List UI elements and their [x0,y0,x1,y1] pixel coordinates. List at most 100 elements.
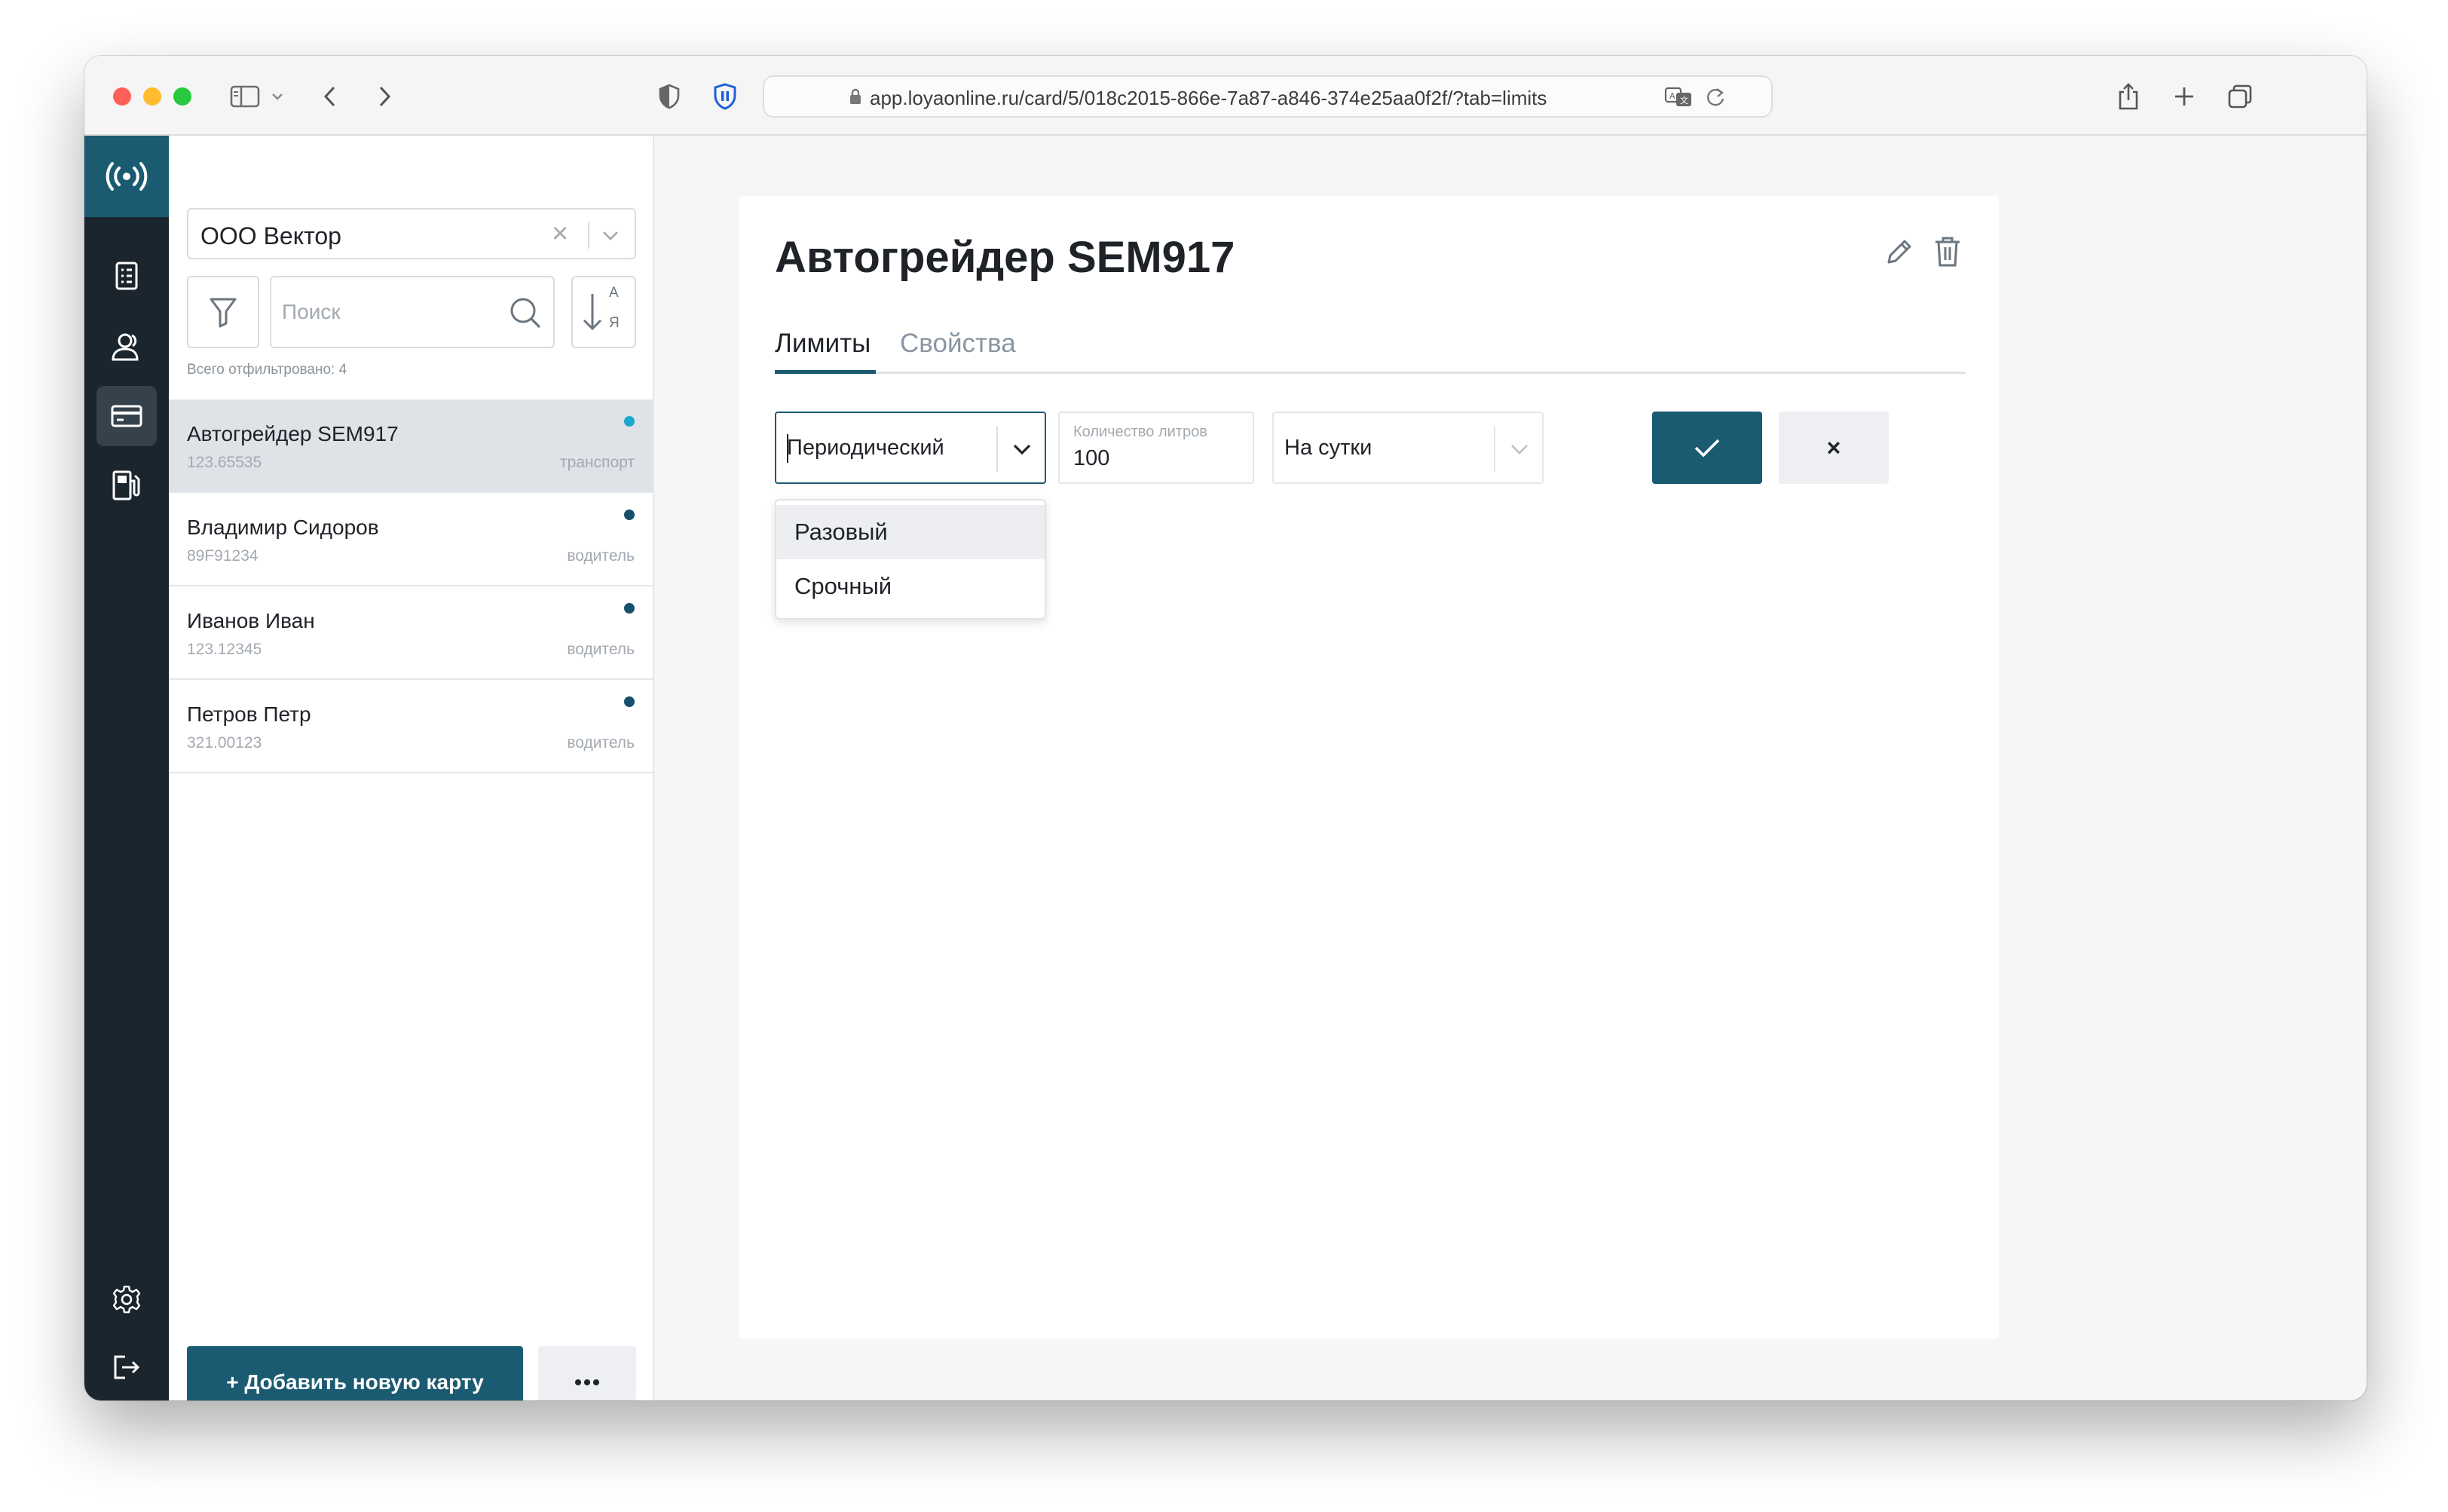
chevron-down-icon[interactable] [270,78,285,115]
translate-icon[interactable]: A文 [1664,86,1694,112]
card-kind: водитель [567,547,635,565]
select-separator [996,427,998,472]
chevron-down-icon[interactable] [1008,436,1036,467]
sort-button[interactable]: А Я [571,276,636,348]
users-icon [112,333,139,361]
select-separator [1494,427,1495,472]
search-field[interactable] [270,276,555,348]
card-detail: Автогрейдер SEM917 Лимиты Свойства Перио… [739,196,1999,1339]
limit-type-select[interactable]: Периодический [775,412,1046,484]
card-number: 89F91234 [187,547,259,565]
chevron-down-icon[interactable] [1506,436,1533,467]
lock-icon [849,87,862,109]
url-text: app.loyaonline.ru/card/5/018c2015-866e-7… [870,87,1547,109]
status-dot [624,510,635,520]
sort-label-bottom: Я [609,315,620,331]
browser-window: app.loyaonline.ru/card/5/018c2015-866e-7… [84,56,2367,1400]
organization-select[interactable]: ООО Вектор × [187,208,636,259]
bitwarden-extension-icon[interactable] [710,78,740,115]
period-value: На сутки [1284,436,1372,460]
status-dot [624,603,635,614]
status-dot [624,696,635,707]
edit-icon[interactable] [1883,235,1916,272]
filter-icon [210,298,237,328]
broadcast-icon [106,162,148,191]
card-list-panel: ООО Вектор × А Я Всего отфильтровано: 4 [169,136,654,1400]
card-kind: водитель [567,641,635,658]
sidebar-toggle-icon[interactable] [228,78,262,115]
tab-properties[interactable]: Свойства [900,329,1016,359]
card-number: 123.12345 [187,641,262,658]
sort-label-top: А [609,285,619,301]
liters-field[interactable]: Количество литров 100 [1058,412,1254,484]
app-nav-rail [84,136,169,1400]
card-list-item[interactable]: Владимир Сидоров 89F91234 водитель [169,493,653,586]
sort-alphabet-icon [583,294,602,331]
period-select[interactable]: На сутки [1272,412,1544,484]
card-name: Петров Петр [187,702,311,726]
document-list-icon [115,262,138,290]
close-window-button[interactable] [113,87,131,106]
close-icon: × [1826,433,1841,461]
filtered-count: Всего отфильтровано: 4 [187,362,347,378]
more-options-button[interactable] [538,1346,636,1400]
share-icon[interactable] [2113,78,2144,115]
card-list: Автогрейдер SEM917 123.65535 транспорт В… [169,399,653,773]
tab-limits[interactable]: Лимиты [775,329,871,359]
nav-logout[interactable] [96,1337,157,1397]
svg-text:A: A [1669,91,1675,101]
card-list-item[interactable]: Петров Петр 321.00123 водитель [169,680,653,773]
nav-documents[interactable] [96,246,157,306]
search-icon[interactable] [508,295,543,334]
filter-button[interactable] [187,276,259,348]
app-logo[interactable] [84,136,169,217]
address-bar[interactable]: app.loyaonline.ru/card/5/018c2015-866e-7… [763,75,1773,118]
dropdown-option-one-time[interactable]: Разовый [776,505,1045,559]
active-tab-indicator [775,370,876,374]
nav-users[interactable] [96,317,157,377]
fuel-pump-icon [112,470,140,500]
delete-icon[interactable] [1932,235,1963,272]
organization-value: ООО Вектор [200,222,341,249]
confirm-limit-button[interactable] [1652,412,1762,484]
minimize-window-button[interactable] [143,87,161,106]
checkmark-icon [1694,439,1720,458]
new-tab-icon[interactable] [2169,78,2199,115]
status-dot [624,416,635,427]
card-kind: транспорт [560,454,635,471]
reload-icon[interactable] [1705,86,1726,112]
liters-value[interactable]: 100 [1073,446,1109,471]
tab-bar: Лимиты Свойства [775,326,1966,374]
page-title: Автогрейдер SEM917 [775,233,1235,282]
nav-fuel-stations[interactable] [96,455,157,516]
privacy-shield-icon[interactable] [654,78,684,115]
add-card-button[interactable]: + Добавить новую карту [187,1346,523,1400]
svg-text:文: 文 [1680,95,1688,106]
back-icon[interactable] [317,78,344,115]
more-dots-icon [575,1379,599,1385]
nav-settings[interactable] [96,1269,157,1330]
tab-overview-icon[interactable] [2225,78,2255,115]
credit-card-icon [111,405,142,427]
card-name: Иванов Иван [187,609,315,632]
search-input[interactable] [282,297,493,327]
nav-cards[interactable] [96,386,157,446]
card-number: 123.65535 [187,454,262,471]
browser-toolbar: app.loyaonline.ru/card/5/018c2015-866e-7… [84,56,2367,136]
card-list-item[interactable]: Иванов Иван 123.12345 водитель [169,586,653,680]
gear-icon [112,1285,141,1314]
card-kind: водитель [567,734,635,751]
card-name: Автогрейдер SEM917 [187,422,399,445]
card-name: Владимир Сидоров [187,516,379,539]
limit-type-value: Периодический [787,436,944,460]
logout-icon [114,1355,140,1379]
limit-type-dropdown: Разовый Срочный [775,499,1046,620]
chevron-down-icon[interactable] [598,223,623,251]
clear-icon[interactable]: × [552,219,568,249]
dropdown-option-urgent[interactable]: Срочный [776,559,1045,614]
fullscreen-window-button[interactable] [173,87,191,106]
cancel-limit-button[interactable]: × [1779,412,1889,484]
card-list-item[interactable]: Автогрейдер SEM917 123.65535 транспорт [169,399,653,493]
card-number: 321.00123 [187,734,262,751]
forward-icon[interactable] [371,78,398,115]
